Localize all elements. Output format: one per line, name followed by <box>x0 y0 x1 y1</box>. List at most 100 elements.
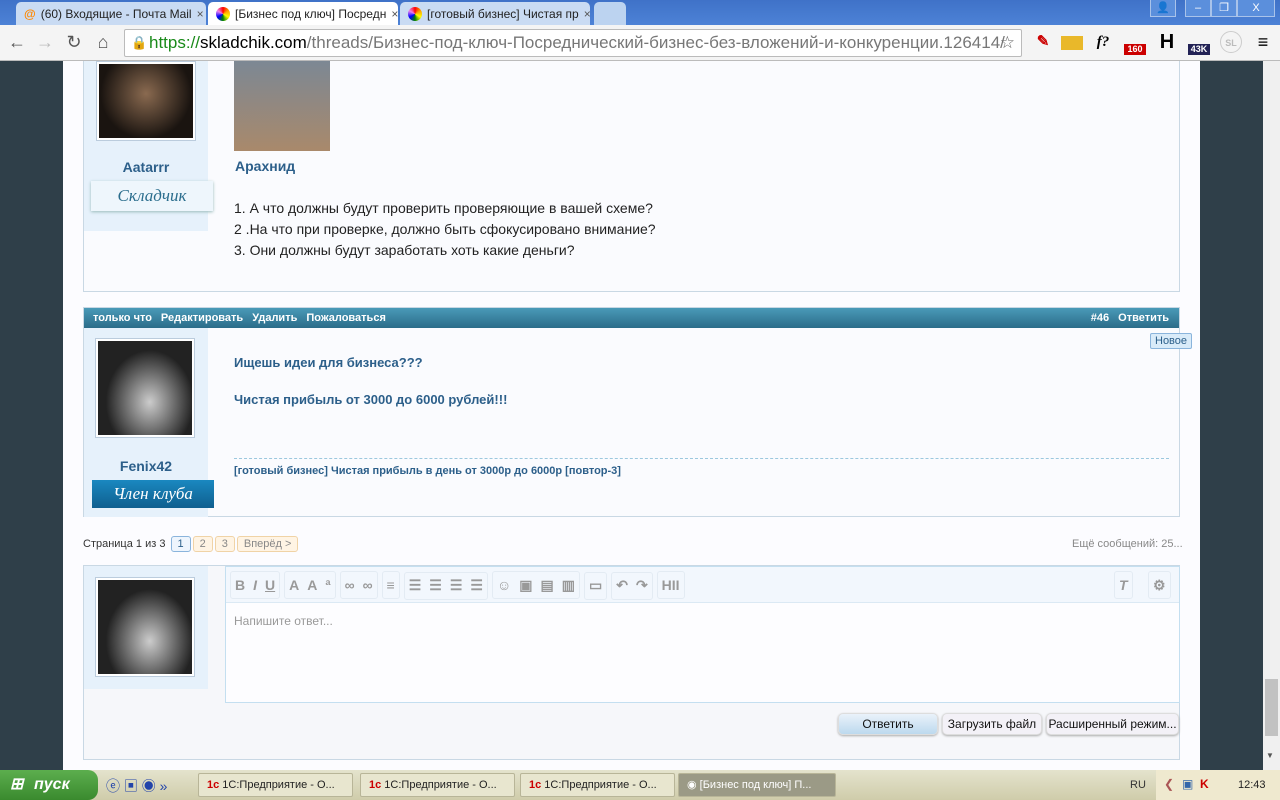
undo-icon[interactable]: ↶ <box>616 577 628 594</box>
media-icon[interactable]: ▤ <box>541 577 554 594</box>
tab-business[interactable]: [Бизнес под ключ] Посредн × <box>208 2 398 25</box>
unlink-icon[interactable]: ∞ <box>363 577 373 593</box>
close-tab-icon[interactable]: × <box>584 7 590 21</box>
hide-icon[interactable]: HII <box>662 577 680 593</box>
tab-mail[interactable]: @ (60) Входящие - Почта Mail × <box>16 2 206 25</box>
post-image[interactable] <box>234 61 330 151</box>
page-3-button[interactable]: 3 <box>214 536 235 552</box>
close-window-button[interactable]: X <box>1237 0 1275 17</box>
indent-icon[interactable]: ☰ <box>470 577 483 594</box>
rank-extension-icon[interactable]: 43K <box>1188 44 1210 55</box>
next-page-button[interactable]: Вперёд > <box>236 536 299 552</box>
counter-extension-icon[interactable]: 160 <box>1124 44 1146 55</box>
browser-titlebar: @ (60) Входящие - Почта Mail × [Бизнес под… <box>0 0 1280 25</box>
browser-toolbar: ← → ↻ ⌂ 🔒 https://skladchik.com/threads/… <box>0 25 1280 61</box>
post-fenix42: только что Редактировать Удалить Пожаловать… <box>83 307 1180 517</box>
advanced-mode-button[interactable]: Расширенный режим... <box>1046 713 1179 735</box>
reply-link[interactable]: Ответить <box>1118 308 1169 328</box>
scrollbar-thumb[interactable] <box>1265 679 1278 736</box>
toggle-bbcode-icon[interactable]: ⚙ <box>1148 571 1171 599</box>
more-messages-link[interactable]: Ещё сообщений: 25... <box>1072 538 1183 550</box>
message-line: 1. А что должны будут проверить проверяю… <box>234 200 653 216</box>
taskbar-item-chrome[interactable]: ◉ [Бизнес под ключ] П... <box>678 773 836 797</box>
user-rank-banner: Член клуба <box>92 480 214 508</box>
user-icon[interactable]: 👤 <box>1150 0 1176 17</box>
avatar[interactable] <box>96 61 196 141</box>
page-2-button[interactable]: 2 <box>192 536 213 552</box>
reply-textarea[interactable]: Напишите ответ... <box>226 603 1179 639</box>
back-button[interactable]: ← <box>6 32 28 53</box>
edit-link[interactable]: Редактировать <box>161 312 243 324</box>
username[interactable]: Fenix42 <box>84 458 208 474</box>
taskbar: пуск ⊞ ⓔ ▣ ◉ » 1c 1С:Предприятие - О... 1… <box>0 770 1280 800</box>
report-link[interactable]: Пожаловаться <box>306 312 386 324</box>
underline-icon[interactable]: U <box>265 577 275 593</box>
close-tab-icon[interactable]: × <box>391 7 398 21</box>
italic-icon[interactable]: I <box>253 577 257 593</box>
editor: B I U A Aª ∞ ∞ ≡ ☰ ☰ ☰ ☰ ☺ ▣ ▤ ▥ ▭ ↶ ↷ HII T ⚙ Напишите отве… <box>225 566 1180 703</box>
restore-button[interactable]: ❐ <box>1211 0 1237 17</box>
quote-icon[interactable]: ▥ <box>562 577 575 594</box>
align-icon[interactable]: ≡ <box>387 577 395 593</box>
bookmark-star-icon[interactable]: ☆ <box>1000 30 1015 56</box>
page-label: Страница 1 из 3 <box>83 538 166 550</box>
bullet-list-icon[interactable]: ☰ <box>409 577 422 594</box>
font-extension-icon[interactable]: f? <box>1092 31 1114 53</box>
avatar[interactable] <box>95 577 195 677</box>
submit-reply-button[interactable]: Ответить <box>838 713 938 735</box>
post-number-link[interactable]: #46 <box>1091 308 1109 328</box>
sl-extension-icon[interactable]: SL <box>1220 31 1242 53</box>
menu-icon[interactable]: ≡ <box>1252 31 1274 53</box>
username[interactable]: Aatarrr <box>84 159 208 175</box>
image-icon[interactable]: ▣ <box>519 577 532 594</box>
home-button[interactable]: ⌂ <box>92 32 114 53</box>
taskbar-item[interactable]: 1c 1С:Предприятие - О... <box>198 773 353 797</box>
taskbar-item[interactable]: 1c 1С:Предприятие - О... <box>360 773 515 797</box>
language-indicator[interactable]: RU <box>1130 779 1146 791</box>
signature-link[interactable]: [готовый бизнес] Чистая прибыль в день о… <box>234 465 621 477</box>
minimize-button[interactable]: – <box>1185 0 1211 17</box>
tray-expand-icon[interactable]: ❮ <box>1164 777 1174 791</box>
ruler-extension-icon[interactable] <box>1061 36 1083 50</box>
h-extension-icon[interactable]: H <box>1156 31 1178 53</box>
bold-icon[interactable]: B <box>235 577 245 593</box>
reload-button[interactable]: ↻ <box>63 32 85 53</box>
redo-icon[interactable]: ↷ <box>636 577 648 594</box>
post-time[interactable]: только что <box>93 312 152 324</box>
link-icon[interactable]: ∞ <box>345 577 355 593</box>
network-icon[interactable]: ▣ <box>1182 777 1193 791</box>
forward-button[interactable]: → <box>34 32 56 53</box>
message-line: 2 .На что при проверке, должно быть сфок… <box>234 221 656 237</box>
text-color-icon[interactable]: A <box>289 577 299 593</box>
quick-launch-icons[interactable]: ⓔ ▣ ◉ » <box>106 776 167 796</box>
page-1-button[interactable]: 1 <box>170 536 191 552</box>
signature-divider <box>234 458 1169 459</box>
editor-toolbar: B I U A Aª ∞ ∞ ≡ ☰ ☰ ☰ ☰ ☺ ▣ ▤ ▥ ▭ ↶ ↷ HII T ⚙ <box>226 567 1179 603</box>
eyedropper-extension-icon[interactable]: ✎ <box>1032 31 1054 53</box>
outdent-icon[interactable]: ☰ <box>450 577 463 594</box>
numbered-list-icon[interactable]: ☰ <box>429 577 442 594</box>
system-tray: ❮ ▣ K 12:43 <box>1156 770 1280 800</box>
smiley-icon[interactable]: ☺ <box>497 577 511 593</box>
avatar[interactable] <box>95 338 195 438</box>
scrollbar[interactable]: ▼ <box>1263 61 1280 770</box>
save-draft-icon[interactable]: ▭ <box>589 577 602 594</box>
remove-format-icon[interactable]: T <box>1114 571 1133 599</box>
scroll-down-arrow-icon[interactable]: ▼ <box>1266 751 1274 760</box>
site-favicon-icon <box>408 6 422 21</box>
message-line: Ищешь идеи для бизнеса??? <box>234 355 423 370</box>
antivirus-icon[interactable]: K <box>1200 777 1209 791</box>
address-bar[interactable]: 🔒 https://skladchik.com/threads/Бизнес-п… <box>124 29 1022 57</box>
tab-ready-business[interactable]: [готовый бизнес] Чистая пр × <box>400 2 590 25</box>
upload-file-button[interactable]: Загрузить файл <box>942 713 1042 735</box>
post-aatarrr: Aatarrr Складчик Арахнид 1. А что должны… <box>83 61 1180 292</box>
pagination: Страница 1 из 3 1 2 3 Вперёд > <box>83 536 299 552</box>
font-size-icon[interactable]: A <box>307 577 317 593</box>
close-tab-icon[interactable]: × <box>197 7 204 21</box>
font-family-icon[interactable]: ª <box>325 577 330 593</box>
delete-link[interactable]: Удалить <box>252 312 297 324</box>
lock-icon: 🔒 <box>131 35 148 50</box>
new-tab-button[interactable] <box>594 2 626 25</box>
taskbar-item[interactable]: 1c 1С:Предприятие - О... <box>520 773 675 797</box>
start-button[interactable]: пуск ⊞ <box>0 770 98 800</box>
